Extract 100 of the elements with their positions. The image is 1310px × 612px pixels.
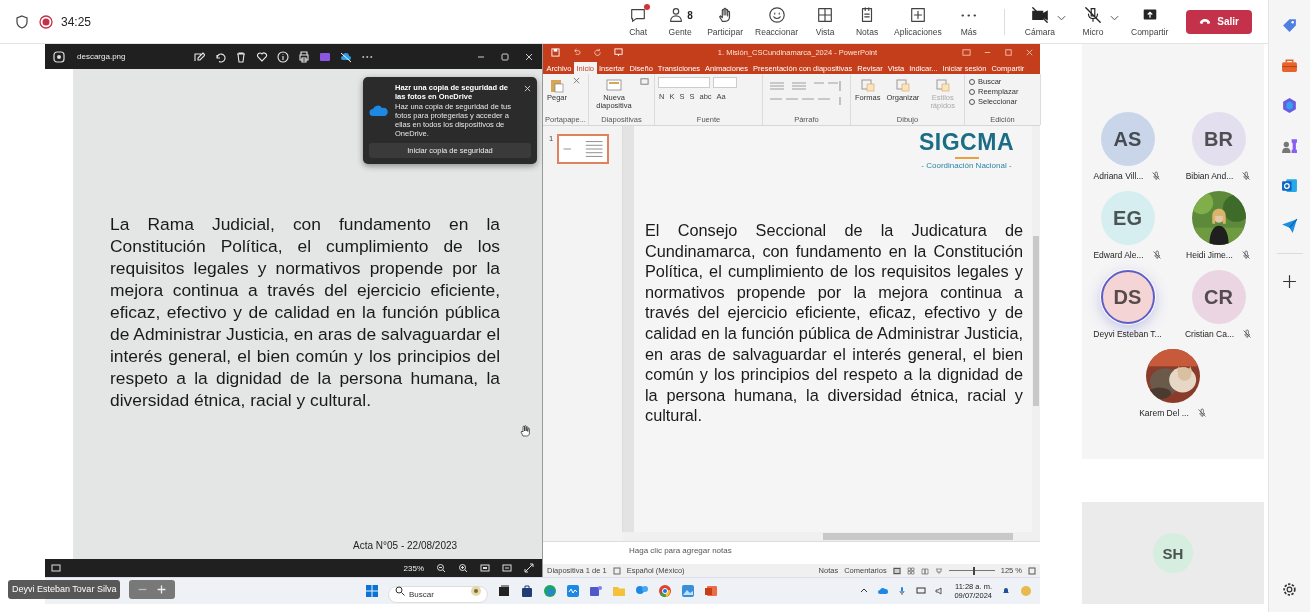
grid-icon bbox=[816, 6, 835, 24]
shield-icon bbox=[15, 14, 29, 29]
reading-view-icon[interactable] bbox=[920, 566, 929, 575]
layout-icon[interactable] bbox=[640, 77, 649, 86]
toolbar-button[interactable]: Micro bbox=[1078, 6, 1108, 37]
wave-app-icon[interactable] bbox=[566, 584, 580, 598]
notes-placeholder[interactable]: Haga clic para agregar notas bbox=[629, 546, 732, 555]
heart-icon[interactable] bbox=[256, 50, 268, 63]
edit-icon[interactable] bbox=[193, 50, 205, 63]
participant-name: Karem Del ... bbox=[1139, 408, 1189, 418]
font-name-field[interactable] bbox=[658, 77, 710, 88]
slide-paragraph: El Consejo Seccional de la Judicatura de Cundinamarca, con fundamento en la Constitución Política, el cumplimiento de los requisitos legales y normativos propende por la mejora continua a través del ejercicio eficiente, eficaz, efectivo y de calidad en la función pública de Administrar Justicia, en aras de salvaguardar el interés general, el bien común y los principios del respeto a la dignidad de la persona humana, la diversidad étnica, racial y cultural. bbox=[645, 220, 1023, 426]
swirl-icon[interactable] bbox=[543, 584, 557, 598]
document-footer: Acta N°05 - 22/08/2023 bbox=[353, 540, 542, 551]
font-size-field[interactable] bbox=[713, 77, 737, 88]
windows-icon[interactable] bbox=[365, 584, 379, 598]
slides-app-icon[interactable] bbox=[704, 584, 718, 598]
fullscreen-icon[interactable] bbox=[524, 563, 534, 573]
participant-name: Adriana Vill... bbox=[1093, 171, 1144, 181]
store-bag-icon[interactable] bbox=[520, 584, 534, 598]
toolbar-button[interactable]: Notas bbox=[852, 6, 883, 37]
presenter-name: Deyvi Esteban Tovar Silva bbox=[8, 580, 121, 599]
maximize-icon[interactable] bbox=[500, 51, 510, 62]
chevron-down-icon[interactable] bbox=[1057, 14, 1066, 21]
shapes-icon bbox=[894, 77, 911, 93]
chat-icon bbox=[629, 6, 648, 24]
paper-plane-icon[interactable] bbox=[1281, 217, 1298, 234]
plus-icon[interactable] bbox=[1281, 273, 1298, 290]
trash-icon[interactable] bbox=[235, 50, 247, 63]
emblem-icon bbox=[470, 585, 482, 597]
toolbar-button[interactable]: Aplicaciones bbox=[894, 6, 942, 37]
smiley-icon bbox=[767, 6, 786, 24]
hand-cursor-icon bbox=[519, 425, 531, 437]
close-icon[interactable] bbox=[524, 85, 531, 92]
sorter-view-icon[interactable] bbox=[906, 566, 915, 575]
filmstrip-icon[interactable] bbox=[51, 563, 61, 573]
settings-icon[interactable] bbox=[1281, 581, 1298, 598]
printer-icon[interactable] bbox=[298, 50, 310, 63]
window-title: descarga.png bbox=[77, 52, 127, 61]
team-app-icon[interactable] bbox=[589, 584, 603, 598]
avatar: EG bbox=[1100, 191, 1155, 245]
fit-slide-icon[interactable] bbox=[1028, 566, 1036, 575]
close-icon[interactable] bbox=[524, 51, 534, 62]
zoom-in-icon[interactable] bbox=[458, 563, 468, 573]
browser-icon[interactable] bbox=[658, 584, 672, 598]
normal-view-icon[interactable] bbox=[892, 566, 901, 575]
redo-icon[interactable] bbox=[593, 48, 602, 57]
more-icon bbox=[961, 13, 977, 17]
tag-icon[interactable] bbox=[1281, 17, 1298, 34]
camera-icon bbox=[1030, 6, 1049, 24]
briefcase-icon[interactable] bbox=[1281, 57, 1298, 74]
chess-pieces-icon[interactable] bbox=[1281, 137, 1298, 154]
phone-icon bbox=[1199, 18, 1212, 25]
avatar: DS bbox=[1100, 270, 1155, 324]
save-icon[interactable] bbox=[551, 48, 560, 57]
presentation-icon[interactable] bbox=[614, 48, 623, 57]
shapes-icon bbox=[934, 77, 951, 93]
logo-text: SIGCMA bbox=[919, 129, 1014, 155]
info-icon[interactable] bbox=[277, 50, 289, 63]
slide-icon bbox=[606, 77, 622, 93]
scissors-icon[interactable] bbox=[572, 77, 581, 86]
bell-icon[interactable] bbox=[1001, 586, 1011, 596]
zoom-slider[interactable] bbox=[948, 566, 995, 575]
toolbar-button[interactable]: Cámara bbox=[1024, 6, 1055, 37]
rotate-icon[interactable] bbox=[214, 50, 226, 63]
leave-button[interactable]: Salir bbox=[1186, 9, 1252, 34]
cloud-off-icon[interactable] bbox=[340, 50, 352, 63]
cloud-icon[interactable] bbox=[878, 586, 889, 596]
spellcheck-icon bbox=[612, 566, 621, 575]
toolbar-button[interactable]: Más bbox=[953, 6, 984, 37]
avatar: BR bbox=[1191, 112, 1246, 166]
toolbar-button[interactable]: Participar bbox=[707, 6, 744, 37]
toolbar-button[interactable]: 8 Gente bbox=[665, 6, 696, 37]
shapes-icon bbox=[859, 77, 876, 93]
avatar: CR bbox=[1191, 270, 1246, 324]
search-icon bbox=[395, 586, 405, 596]
ribbon-display-icon[interactable] bbox=[962, 48, 971, 57]
actual-size-icon[interactable] bbox=[502, 563, 512, 573]
toolbar-button[interactable]: Reaccionar bbox=[755, 6, 799, 37]
folder-icon[interactable] bbox=[319, 50, 331, 63]
display-icon[interactable] bbox=[916, 586, 927, 596]
search-field[interactable]: Buscar bbox=[388, 585, 488, 603]
avatar: SH bbox=[1153, 533, 1193, 573]
toolbar-button[interactable]: Chat bbox=[623, 6, 654, 37]
mail-app-icon[interactable] bbox=[1281, 177, 1298, 194]
chevron-down-icon[interactable] bbox=[1110, 14, 1119, 21]
undo-icon[interactable] bbox=[572, 48, 581, 57]
slide-thumbnail[interactable] bbox=[557, 134, 610, 164]
participant-name: Cristian Ca... bbox=[1184, 329, 1235, 339]
clipboard-icon bbox=[549, 77, 565, 93]
fit-icon[interactable] bbox=[480, 563, 490, 573]
zoom-out-icon[interactable] bbox=[436, 563, 446, 573]
share-button[interactable]: Compartir bbox=[1131, 6, 1169, 37]
hexagon-app-icon[interactable] bbox=[1281, 97, 1298, 114]
slideshow-icon[interactable] bbox=[934, 566, 943, 575]
meeting-timer: 34:25 bbox=[61, 14, 92, 29]
toolbar-button[interactable]: Vista bbox=[810, 6, 841, 37]
image-app-icon[interactable] bbox=[681, 584, 695, 598]
participant-name: Edward Ale... bbox=[1093, 250, 1144, 260]
document-paragraph: La Rama Judicial, con fundamento en la Constitución Política, el cumplimiento de los requisitos legales y normativos propende por la mejora continua a través del ejercicio eficiente, eficaz, efectivo y de calidad en la función pública de Administrar Justicia, en aras de salvaguardar el interés general, el bien común y los principios del respeto a la dignidad de la persona humana, la diversidad étnica, racial y cultural. bbox=[110, 213, 500, 411]
